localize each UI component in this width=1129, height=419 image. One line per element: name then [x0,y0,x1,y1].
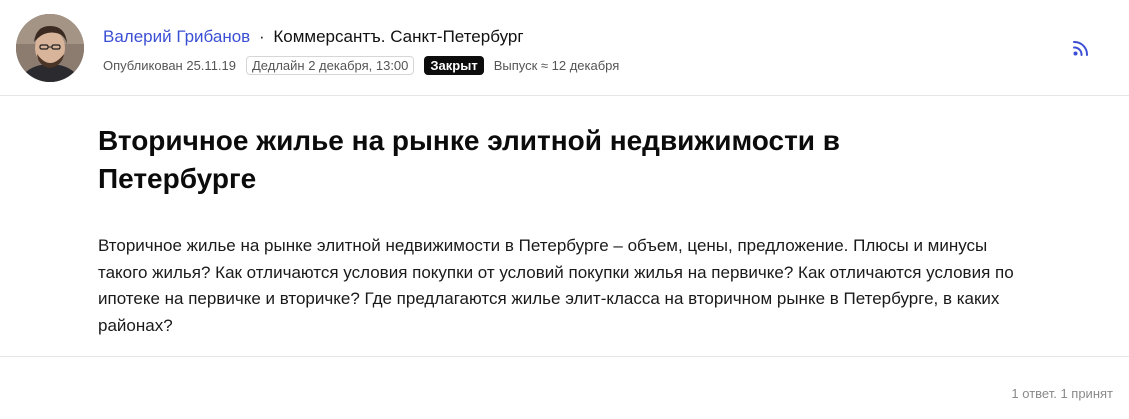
divider [0,356,1129,357]
author-line: Валерий Грибанов · Коммерсантъ. Санкт-Пе… [103,27,524,47]
question-description: Вторичное жилье на рынке элитной недвижи… [98,236,1014,335]
source-name: Коммерсантъ. Санкт-Петербург [273,27,524,46]
answers-count[interactable]: 1 ответ. 1 принят [1011,386,1113,401]
author-name-link[interactable]: Валерий Грибанов [103,27,250,46]
deadline-tag: Дедлайн 2 декабря, 13:00 [246,55,415,75]
question-title: Вторичное жилье на рынке элитной недвижи… [98,125,841,194]
question-header: Валерий Грибанов · Коммерсантъ. Санкт-Пе… [0,0,1129,96]
published-date: Опубликован 25.11.19 [103,57,236,73]
separator-dot: · [258,27,265,46]
meta-line: Опубликован 25.11.19 Дедлайн 2 декабря, … [103,54,619,76]
question-card: Валерий Грибанов · Коммерсантъ. Санкт-Пе… [0,0,1129,419]
status-badge: Закрыт [424,55,484,75]
avatar-photo [16,14,84,82]
release-date: Выпуск ≈ 12 декабря [493,57,620,73]
author-avatar[interactable] [16,14,84,82]
rss-icon[interactable] [1071,38,1091,58]
